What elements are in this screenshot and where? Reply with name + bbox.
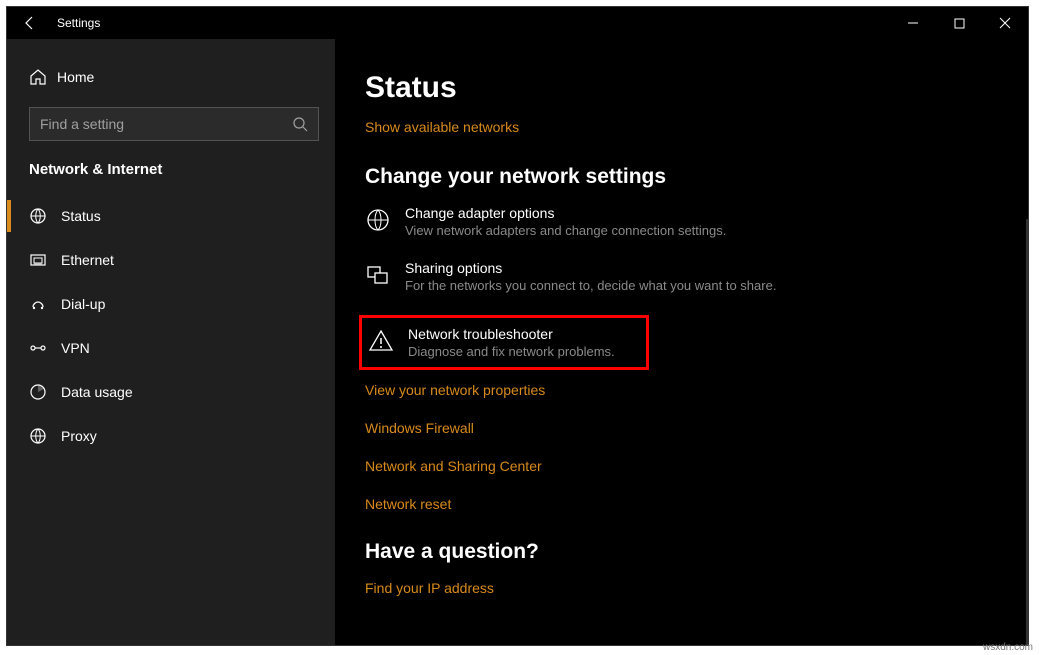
search-box[interactable] [29, 107, 319, 141]
vpn-icon [29, 340, 57, 356]
sidebar-item-label: VPN [57, 340, 90, 356]
data-icon [29, 383, 57, 401]
scroll-track[interactable] [1026, 219, 1028, 645]
sidebar: Home Network & Internet Status [7, 39, 335, 645]
close-button[interactable] [982, 7, 1028, 39]
row-subtitle: View network adapters and change connect… [405, 223, 726, 238]
warning-icon [368, 326, 408, 354]
row-sharing-options[interactable]: Sharing options For the networks you con… [365, 260, 1028, 293]
sidebar-item-data-usage[interactable]: Data usage [7, 370, 335, 414]
row-subtitle: For the networks you connect to, decide … [405, 278, 776, 293]
main-content: Status Show available networks Change yo… [335, 39, 1028, 645]
settings-window: Settings Home [6, 6, 1029, 646]
row-network-troubleshooter[interactable]: Network troubleshooter Diagnose and fix … [359, 315, 649, 370]
link-show-networks[interactable]: Show available networks [365, 119, 519, 135]
question-title: Have a question? [365, 540, 1028, 564]
back-button[interactable] [7, 7, 53, 39]
sidebar-item-label: Status [57, 208, 101, 224]
row-title: Sharing options [405, 260, 776, 276]
titlebar: Settings [7, 7, 1028, 39]
section-title: Change your network settings [365, 165, 1028, 189]
search-icon [292, 116, 308, 132]
sidebar-item-label: Ethernet [57, 252, 114, 268]
row-subtitle: Diagnose and fix network problems. [408, 344, 615, 359]
maximize-button[interactable] [936, 7, 982, 39]
minimize-button[interactable] [890, 7, 936, 39]
sidebar-item-label: Data usage [57, 384, 133, 400]
adapter-icon [365, 205, 405, 233]
sidebar-item-vpn[interactable]: VPN [7, 326, 335, 370]
search-input[interactable] [40, 116, 292, 132]
globe-icon [29, 427, 57, 445]
link-network-properties[interactable]: View your network properties [365, 382, 1028, 398]
row-adapter-options[interactable]: Change adapter options View network adap… [365, 205, 1028, 238]
sidebar-item-dialup[interactable]: Dial-up [7, 282, 335, 326]
sidebar-item-label: Proxy [57, 428, 97, 444]
link-network-reset[interactable]: Network reset [365, 496, 1028, 512]
ethernet-icon [29, 251, 57, 269]
row-title: Network troubleshooter [408, 326, 615, 342]
globe-icon [29, 207, 57, 225]
page-title: Status [365, 71, 1028, 105]
sidebar-item-label: Dial-up [57, 296, 105, 312]
link-windows-firewall[interactable]: Windows Firewall [365, 420, 1028, 436]
home-button[interactable]: Home [7, 57, 335, 97]
home-icon [29, 68, 57, 86]
link-find-ip[interactable]: Find your IP address [365, 580, 494, 596]
sidebar-item-ethernet[interactable]: Ethernet [7, 238, 335, 282]
row-title: Change adapter options [405, 205, 726, 221]
home-label: Home [57, 69, 94, 85]
dialup-icon [29, 295, 57, 313]
sidebar-item-proxy[interactable]: Proxy [7, 414, 335, 458]
sidebar-category: Network & Internet [7, 161, 335, 194]
watermark: wsxdn.com [983, 642, 1033, 653]
sharing-icon [365, 260, 405, 288]
window-title: Settings [53, 16, 100, 30]
sidebar-item-status[interactable]: Status [7, 194, 335, 238]
link-network-sharing-center[interactable]: Network and Sharing Center [365, 458, 1028, 474]
